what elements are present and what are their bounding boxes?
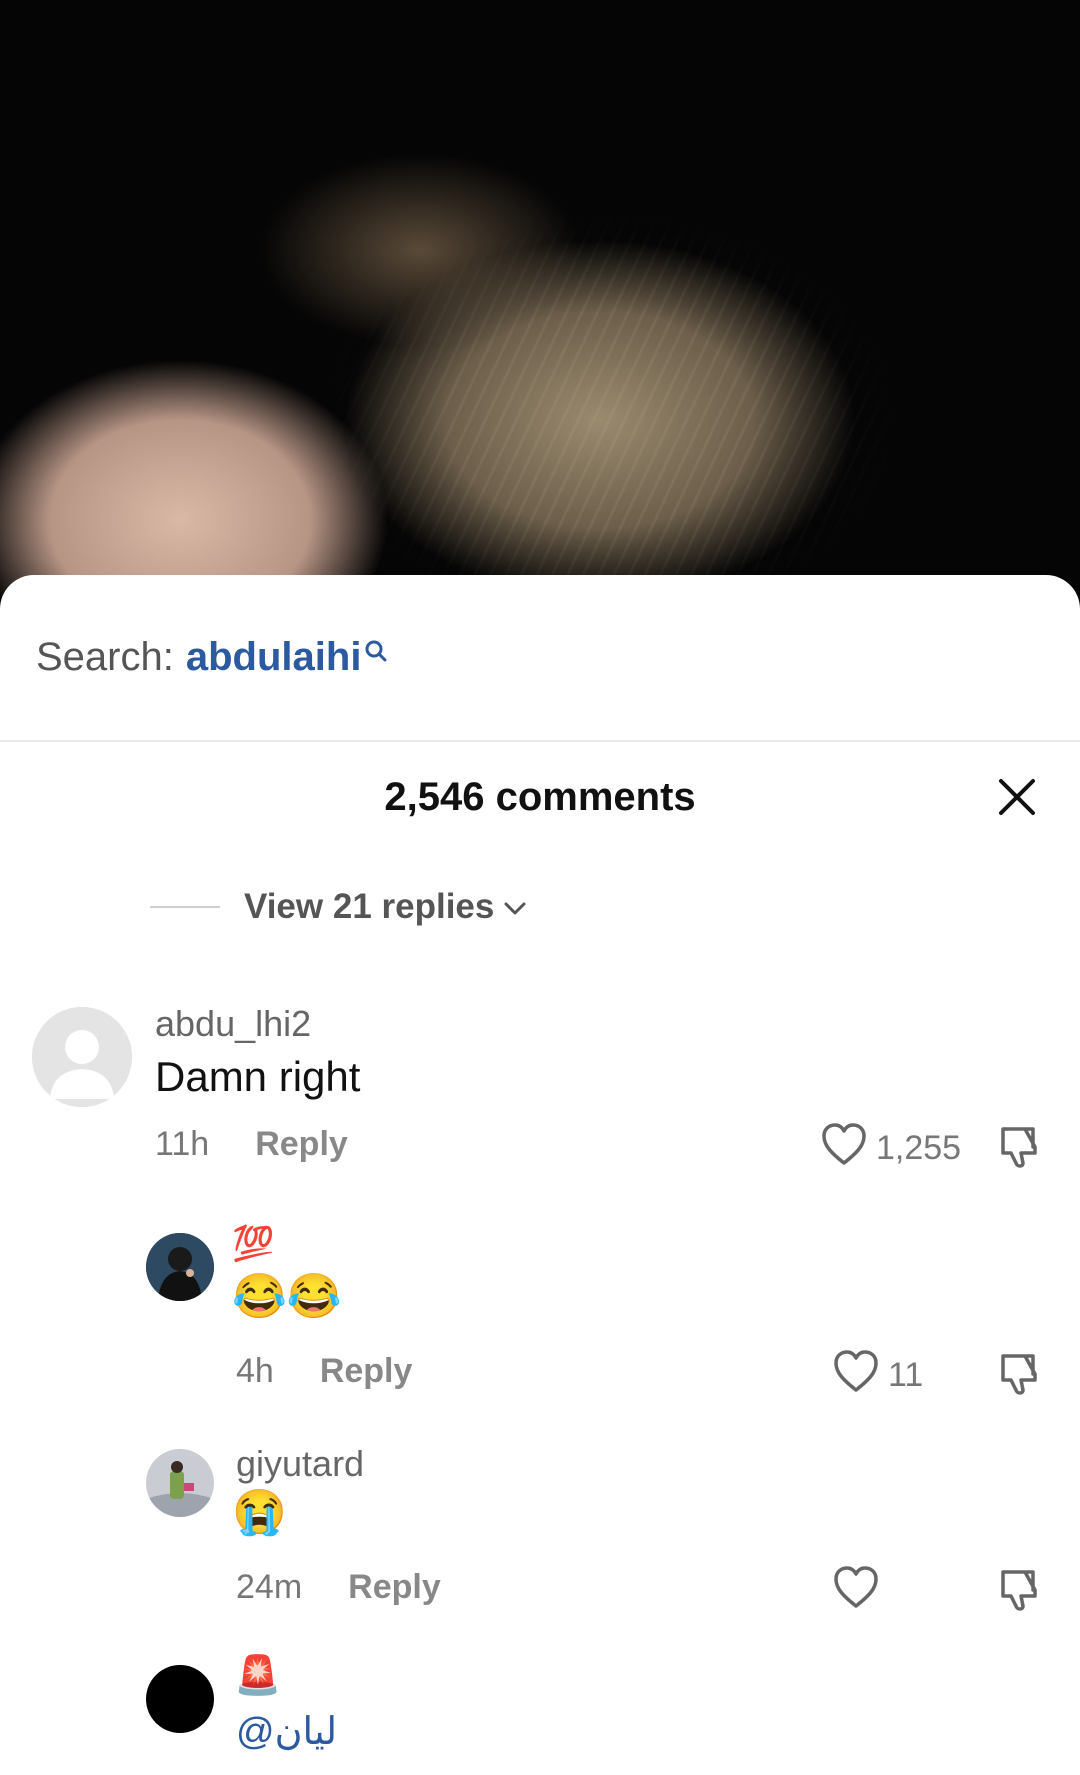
- comment-time: 24m: [236, 1568, 303, 1606]
- comment-meta: 24m Reply: [236, 1568, 441, 1607]
- search-prefix: Search:: [36, 635, 174, 679]
- like-button[interactable]: [832, 1564, 880, 1619]
- comment-meta: 4h Reply: [236, 1352, 412, 1391]
- search-icon: [363, 629, 389, 674]
- reply-button[interactable]: Reply: [348, 1568, 441, 1607]
- like-count: 11: [888, 1356, 924, 1394]
- comment-text: Damn right: [155, 1053, 361, 1100]
- view-replies-label: View 21 replies: [244, 887, 495, 926]
- replies-line: [150, 906, 220, 908]
- view-replies-button[interactable]: View 21 replies: [150, 887, 528, 927]
- comment-username[interactable]: abdu_lhi2: [155, 1003, 311, 1045]
- comment-text: 😭: [232, 1488, 287, 1537]
- mention-link[interactable]: @ليان: [236, 1709, 337, 1754]
- search-keyword[interactable]: abdulaihi: [186, 635, 362, 680]
- reply-button[interactable]: Reply: [320, 1352, 413, 1391]
- heart-icon: [832, 1348, 880, 1403]
- avatar[interactable]: [146, 1665, 214, 1733]
- comment-badge-emoji: 💯: [232, 1225, 275, 1263]
- comments-count-title: 2,546 comments: [384, 775, 696, 819]
- like-button[interactable]: 1,255: [820, 1121, 961, 1176]
- comment-text: 😂😂: [232, 1272, 342, 1321]
- chevron-down-icon: [502, 887, 528, 927]
- like-count: 1,255: [876, 1129, 962, 1167]
- heart-icon: [832, 1564, 880, 1619]
- comments-sheet: Search: abdulaihi 2,546 comments View 21…: [0, 575, 1080, 1775]
- comment-time: 4h: [236, 1352, 274, 1390]
- comment-badge-emoji: 🚨: [234, 1655, 282, 1697]
- divider: [0, 740, 1080, 742]
- comment-username[interactable]: giyutard: [236, 1443, 364, 1485]
- like-button[interactable]: 11: [832, 1348, 923, 1403]
- avatar[interactable]: [146, 1233, 214, 1301]
- avatar[interactable]: [32, 1007, 132, 1107]
- video-frame-texture: [0, 0, 1080, 600]
- avatar[interactable]: [146, 1449, 214, 1517]
- comment-meta: 11h Reply: [155, 1125, 348, 1164]
- search-suggestion[interactable]: Search: abdulaihi: [36, 635, 389, 685]
- reply-button[interactable]: Reply: [255, 1125, 348, 1164]
- comment-time: 11h: [155, 1125, 210, 1163]
- dislike-icon[interactable]: [995, 1123, 1043, 1171]
- dislike-icon[interactable]: [995, 1350, 1043, 1398]
- close-icon[interactable]: [995, 775, 1039, 819]
- heart-icon: [820, 1121, 868, 1176]
- dislike-icon[interactable]: [995, 1566, 1043, 1614]
